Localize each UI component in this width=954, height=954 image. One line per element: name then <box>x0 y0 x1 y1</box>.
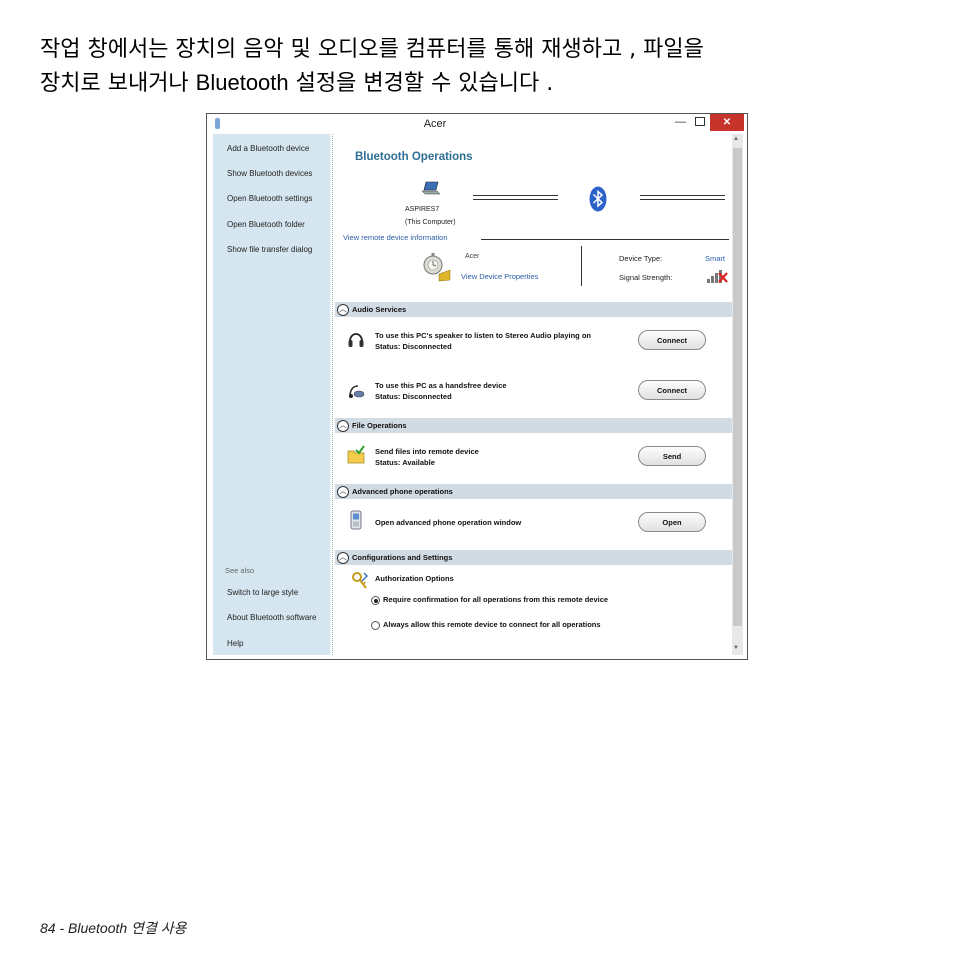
authorization-options-title: Authorization Options <box>375 574 454 583</box>
section-title: Configurations and Settings <box>352 553 453 562</box>
page-footer: 84 - Bluetooth 연결 사용 <box>40 920 187 936</box>
signal-strength-icon <box>707 270 728 283</box>
intro-line-2-bluetooth: Bluetooth <box>195 70 289 95</box>
scroll-down-icon[interactable]: ▼ <box>733 645 739 651</box>
minimize-button[interactable]: — <box>675 116 686 128</box>
operations-panel: Bluetooth Operations ASPIRES7 (This Comp… <box>332 134 732 655</box>
vertical-scrollbar[interactable]: ▲ ▼ <box>732 134 743 655</box>
phone-row-text: Open advanced phone operation window <box>375 518 522 527</box>
always-allow-radio[interactable] <box>371 621 380 630</box>
collapse-icon[interactable]: ︿ <box>337 304 349 316</box>
task-sidebar: Add a Bluetooth device Show Bluetooth de… <box>213 134 330 655</box>
remote-device-name: Acer <box>465 253 480 260</box>
collapse-icon[interactable]: ︿ <box>337 420 349 432</box>
sidebar-open-settings[interactable]: Open Bluetooth settings <box>227 194 312 203</box>
sidebar-file-transfer-dialog[interactable]: Show file transfer dialog <box>227 245 312 254</box>
audio-row-2-text: To use this PC as a handsfree device <box>375 381 507 390</box>
require-confirmation-radio[interactable] <box>371 596 380 605</box>
sidebar-about-software[interactable]: About Bluetooth software <box>227 613 316 622</box>
connection-line <box>473 199 558 200</box>
section-title: Audio Services <box>352 305 407 314</box>
bluetooth-window: Acer — ✕ Add a Bluetooth device Show Blu… <box>206 113 748 660</box>
handsfree-headset-icon <box>349 385 365 398</box>
intro-line-2-post: 설정을 변경할 수 있습니다 . <box>288 71 554 96</box>
intro-line-2-pre: 장치로 보내거나 <box>40 71 196 96</box>
sidebar-show-devices[interactable]: Show Bluetooth devices <box>227 169 312 178</box>
window-title: Acer <box>423 118 447 130</box>
scrollbar-thumb[interactable] <box>733 148 742 626</box>
title-bar[interactable]: Acer — ✕ <box>207 114 747 134</box>
intro-paragraph: 작업 창에서는 장치의 음악 및 오디오를 컴퓨터를 통해 재생하고 , 파일을… <box>40 33 920 100</box>
view-remote-device-link[interactable]: View remote device information <box>343 233 448 242</box>
sidebar-open-folder[interactable]: Open Bluetooth folder <box>227 220 305 229</box>
audio-row-1-status: Status: Disconnected <box>375 342 452 351</box>
section-file-operations[interactable]: ︿ File Operations <box>335 418 732 433</box>
sidebar-see-also-label: See also <box>225 566 255 575</box>
connection-line <box>640 195 725 196</box>
send-files-button[interactable]: Send <box>638 446 706 466</box>
section-title: Advanced phone operations <box>352 487 453 496</box>
computer-name: ASPIRES7 <box>405 206 440 213</box>
sidebar-help[interactable]: Help <box>227 639 243 648</box>
mobile-phone-icon <box>350 510 362 530</box>
authorization-key-icon <box>352 572 368 589</box>
require-confirmation-label[interactable]: Require confirmation for all operations … <box>383 595 608 604</box>
device-type-value: Smart <box>705 254 726 263</box>
header-separator <box>581 246 582 286</box>
page-title: Bluetooth Operations <box>355 151 473 163</box>
remote-device-icon <box>423 253 451 282</box>
headphones-icon <box>348 333 364 347</box>
view-device-properties-link[interactable]: View Device Properties <box>461 272 538 281</box>
file-row-text: Send files into remote device <box>375 447 479 456</box>
scroll-up-icon[interactable]: ▲ <box>733 136 739 142</box>
bluetooth-icon <box>589 186 607 212</box>
collapse-icon[interactable]: ︿ <box>337 486 349 498</box>
file-row-status: Status: Available <box>375 458 435 467</box>
audio-row-2-status: Status: Disconnected <box>375 392 452 401</box>
connect-handsfree-button[interactable]: Connect <box>638 380 706 400</box>
divider <box>481 239 729 240</box>
collapse-icon[interactable]: ︿ <box>337 552 349 564</box>
section-audio-services[interactable]: ︿ Audio Services <box>335 302 732 317</box>
signal-strength-label: Signal Strength: <box>619 273 673 282</box>
always-allow-label[interactable]: Always allow this remote device to conne… <box>383 620 601 629</box>
send-files-folder-icon <box>347 445 365 464</box>
close-button[interactable]: ✕ <box>710 114 744 131</box>
section-title: File Operations <box>352 421 407 430</box>
audio-row-1-text: To use this PC's speaker to listen to St… <box>375 331 591 340</box>
connect-stereo-button[interactable]: Connect <box>638 330 706 350</box>
connection-line <box>473 195 558 196</box>
sidebar-large-style[interactable]: Switch to large style <box>227 588 298 597</box>
section-configurations[interactable]: ︿ Configurations and Settings <box>335 550 732 565</box>
intro-line-2: 장치로 보내거나 Bluetooth 설정을 변경할 수 있습니다 . <box>40 66 920 100</box>
device-type-label: Device Type: <box>619 254 663 263</box>
maximize-button[interactable] <box>695 117 705 126</box>
intro-line-1: 작업 창에서는 장치의 음악 및 오디오를 컴퓨터를 통해 재생하고 , 파일을 <box>40 37 704 62</box>
connection-line <box>640 199 725 200</box>
computer-subtitle: (This Computer) <box>405 219 456 226</box>
section-advanced-phone[interactable]: ︿ Advanced phone operations <box>335 484 732 499</box>
laptop-icon <box>421 181 441 195</box>
sidebar-add-device[interactable]: Add a Bluetooth device <box>227 144 309 153</box>
open-phone-operations-button[interactable]: Open <box>638 512 706 532</box>
